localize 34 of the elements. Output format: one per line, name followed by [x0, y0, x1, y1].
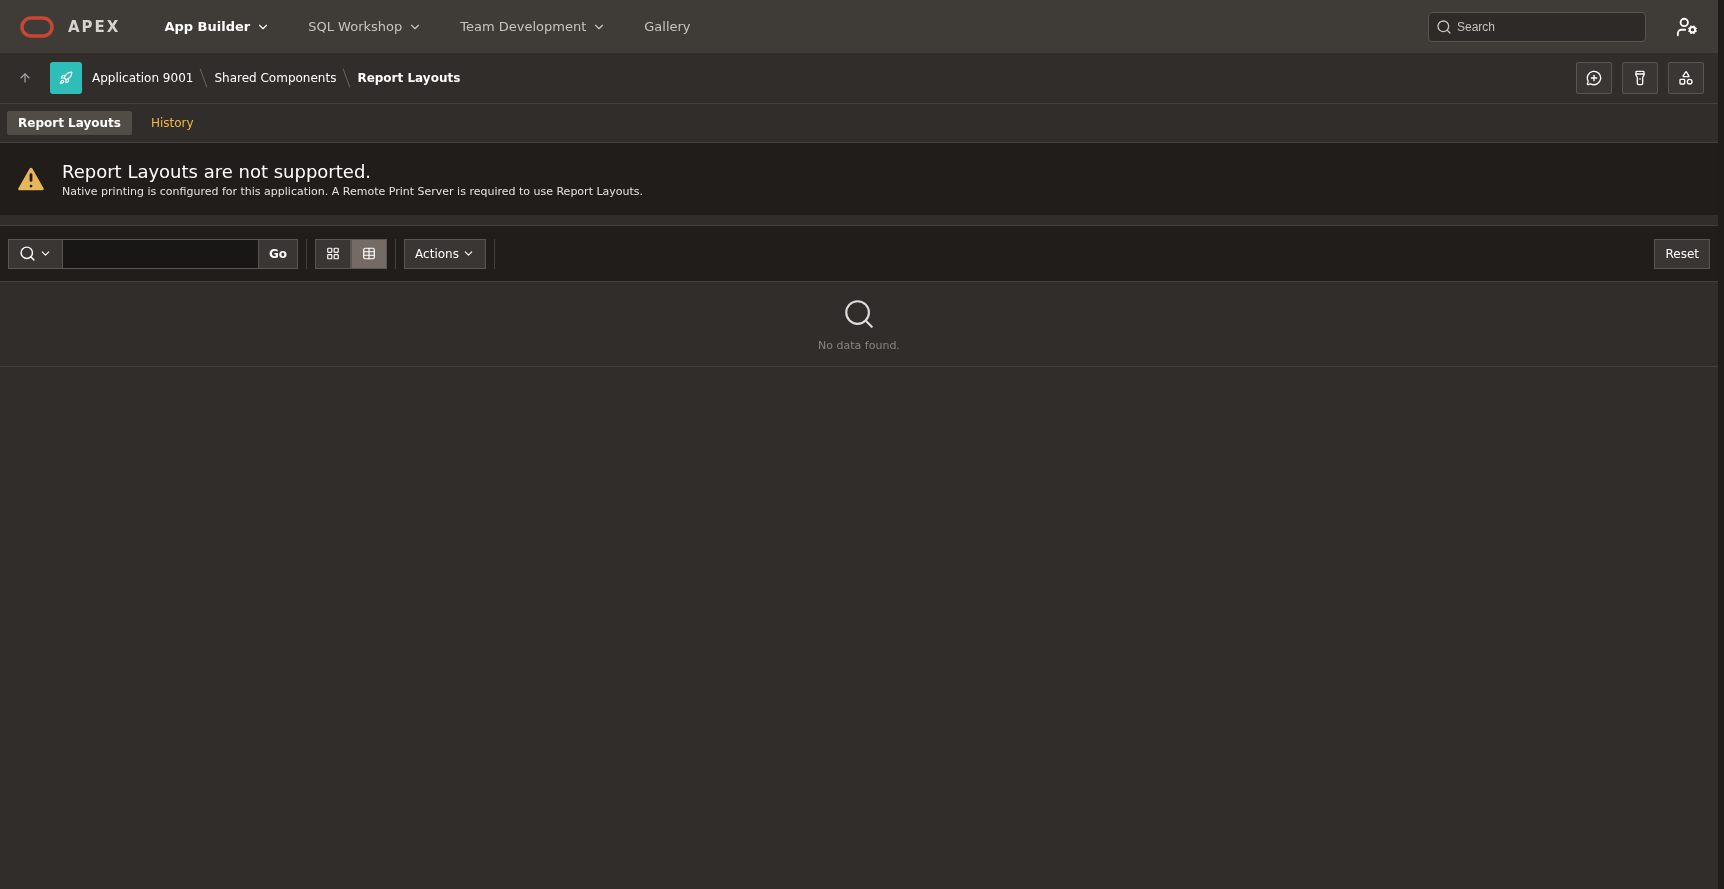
logo-text: APEX	[68, 17, 121, 36]
flashlight-icon	[1632, 70, 1648, 86]
go-button[interactable]: Go	[258, 238, 299, 269]
rocket-icon	[59, 71, 73, 85]
search-icon	[1436, 18, 1452, 35]
search-input[interactable]	[63, 238, 258, 269]
empty-message: No data found.	[818, 338, 900, 352]
table-view-button[interactable]	[351, 238, 388, 269]
flashlight-button[interactable]	[1622, 62, 1658, 94]
search-field[interactable]: Search	[1428, 11, 1646, 42]
comment-add-button[interactable]	[1576, 62, 1612, 94]
search-column-button[interactable]	[8, 238, 63, 269]
shapes-button[interactable]	[1668, 62, 1704, 94]
table-icon	[362, 246, 377, 261]
user-icon[interactable]	[1676, 15, 1698, 38]
breadcrumb-link[interactable]: Report Layouts	[357, 71, 461, 85]
tab[interactable]: Report Layouts	[7, 111, 132, 135]
alert-message: Native printing is configured for this application. A Remote Print Server is required to use Report Layouts.	[62, 184, 644, 198]
nav-menu[interactable]: App Builder	[150, 19, 285, 34]
tab[interactable]: History	[139, 111, 205, 135]
shapes-icon	[1678, 70, 1694, 86]
search-icon	[19, 245, 36, 262]
nav-menu[interactable]: SQL Workshop	[294, 19, 437, 34]
actions-button[interactable]: Actions	[404, 238, 486, 269]
breadcrumb-link[interactable]: Application 9001	[92, 71, 194, 85]
grid-icon	[326, 246, 341, 261]
grid-view-button[interactable]	[315, 238, 352, 269]
nav-menu[interactable]: Team Development	[446, 19, 621, 34]
logo-icon	[20, 15, 54, 38]
reset-button[interactable]: Reset	[1654, 238, 1710, 269]
breadcrumb-link[interactable]: Shared Components	[214, 71, 337, 85]
comment-plus-icon	[1586, 70, 1602, 86]
nav-menu[interactable]: Gallery	[630, 19, 705, 34]
alert-title: Report Layouts are not supported.	[62, 160, 373, 182]
